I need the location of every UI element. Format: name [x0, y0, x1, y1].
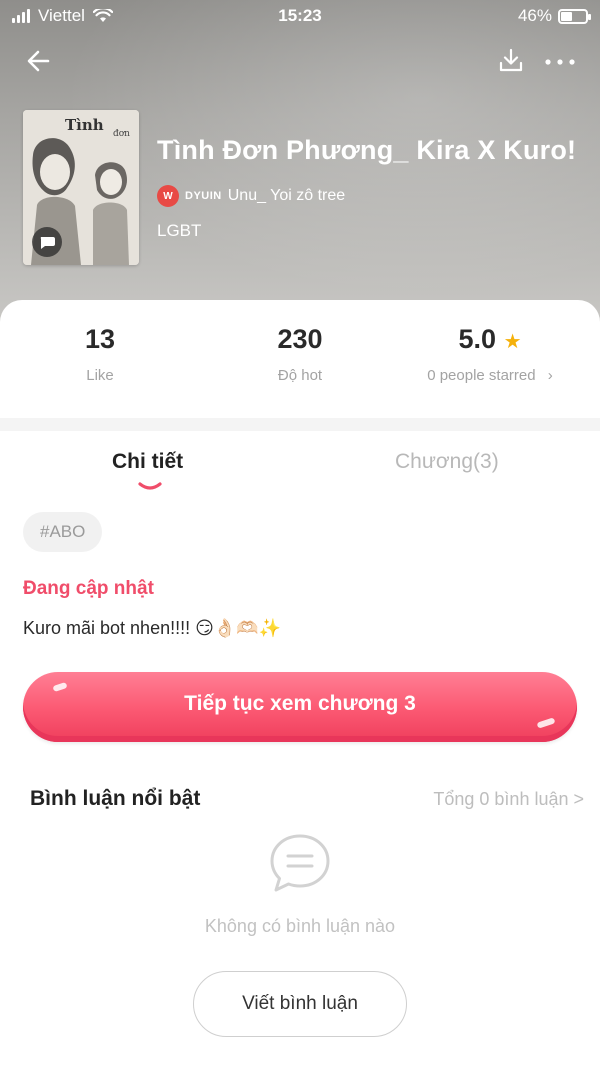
battery-percent: 46%	[517, 6, 552, 25]
comments-total-link[interactable]: Tổng 0 bình luận >	[433, 789, 584, 810]
section-divider	[0, 418, 600, 431]
update-status: Đang cập nhật	[23, 578, 154, 599]
author-name: Unu_ Yoi zô tree	[227, 187, 346, 204]
chat-bubble-icon	[32, 227, 62, 257]
rating-label: 0 people starred	[427, 367, 536, 384]
story-title: Tình Đơn Phương_ Kira X Kuro!	[157, 135, 577, 165]
status-right: 46%	[517, 6, 591, 26]
svg-text:Tình: Tình	[65, 116, 104, 134]
back-button[interactable]	[24, 46, 54, 76]
write-comment-button[interactable]: Viết bình luận	[193, 971, 407, 1037]
hot-value: 230	[277, 324, 323, 354]
tab-indicator	[138, 482, 162, 490]
star-icon: ★	[503, 331, 522, 353]
hot-stat: 230 Độ hot	[240, 324, 360, 384]
tab-detail[interactable]: Chi tiết	[112, 450, 183, 474]
battery-icon	[558, 8, 591, 24]
likes-label: Like	[86, 367, 114, 384]
likes-stat: 13 Like	[40, 324, 160, 384]
more-button[interactable]	[542, 46, 578, 76]
hot-label: Độ hot	[277, 367, 323, 384]
chevron-right-icon: ›	[547, 367, 553, 384]
continue-reading-button[interactable]: Tiếp tục xem chương 3	[23, 672, 577, 742]
continue-reading-label: Tiếp tục xem chương 3	[184, 692, 416, 715]
story-cover[interactable]: Tình đơn	[23, 110, 139, 265]
empty-comments-icon	[266, 830, 334, 898]
status-bar: Viettel 15:23 46%	[0, 0, 600, 32]
tag-chip[interactable]: #ABO	[23, 512, 103, 552]
more-dots-icon	[545, 59, 575, 65]
rating-value: 5.0	[458, 324, 497, 354]
story-description: Kuro mãi bot nhen!!!! 😏👌🏻🫶🏻✨	[23, 618, 282, 638]
comments-title: Bình luận nổi bật	[30, 787, 201, 810]
story-genre[interactable]: LGBT	[157, 221, 201, 241]
button-highlight	[52, 681, 68, 693]
svg-text:đơn: đơn	[113, 129, 130, 139]
author-prefix: DYUIN	[185, 190, 222, 202]
tab-chapters[interactable]: Chương(3)	[395, 450, 499, 474]
download-icon	[499, 48, 523, 72]
author-row[interactable]: W DYUIN Unu_ Yoi zô tree	[157, 185, 345, 207]
stats-card: 13 Like 230 Độ hot 5.0 ★ 0 people starre…	[0, 300, 600, 418]
button-highlight	[536, 717, 556, 729]
arrow-left-icon	[27, 50, 50, 72]
rating-stat[interactable]: 5.0 ★ 0 people starred ›	[400, 324, 580, 384]
clock: 15:23	[278, 6, 322, 25]
download-button[interactable]	[496, 46, 526, 76]
app-logo-icon: W	[157, 185, 179, 207]
empty-comments-text: Không có bình luận nào	[204, 916, 396, 936]
likes-value: 13	[84, 324, 116, 354]
